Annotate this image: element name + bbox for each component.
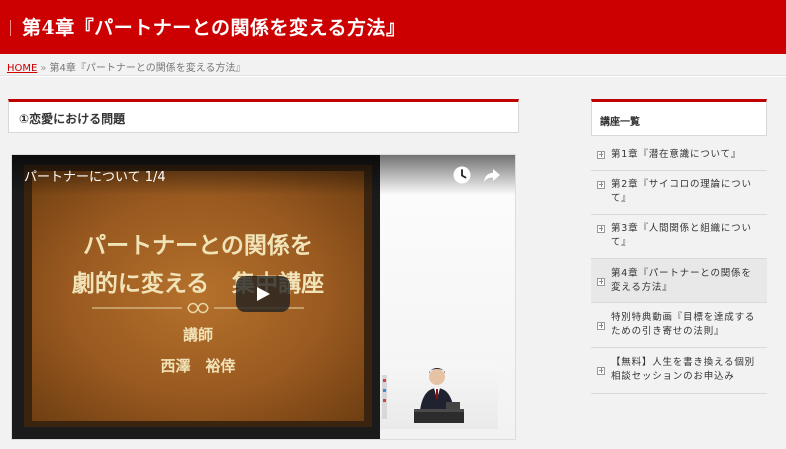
- sidebar-item-special-video[interactable]: 特別特典動画『目標を達成するための引き寄せの法則』: [591, 303, 767, 348]
- section-title: ①恋愛における問題: [19, 112, 126, 126]
- plus-box-icon: [597, 225, 605, 233]
- page-title: 第4章『パートナーとの関係を変える方法』: [22, 17, 406, 39]
- plus-box-icon: [597, 322, 605, 330]
- sidebar-item-label: 【無料】人生を書き換える個別相談セッションのお申込み: [611, 357, 755, 382]
- play-icon: [257, 287, 270, 301]
- board-title-line-2: 劇的に変える 集中講座: [71, 270, 325, 297]
- video-chalkboard-frame: パートナーとの関係を 劇的に変える 集中講座 講師 西澤 裕倖: [24, 165, 372, 427]
- breadcrumb: HOME» 第4章『パートナーとの関係を変える方法』: [0, 54, 786, 76]
- sidebar-item-chapter-1[interactable]: 第1章『潜在意識について』: [591, 139, 767, 171]
- share-icon[interactable]: [482, 165, 502, 185]
- sidebar-title: 講座一覧: [600, 117, 640, 128]
- plus-box-icon: [597, 367, 605, 375]
- sidebar-item-label: 第4章『パートナーとの関係を変える方法』: [611, 268, 752, 293]
- site-header: 第4章『パートナーとの関係を変える方法』: [0, 0, 786, 54]
- video-title[interactable]: パートナーについて 1/4: [24, 166, 166, 185]
- content-area: ①恋愛における問題 パートナーとの関係を 劇的に変える 集中講座 講師 西澤 裕…: [0, 77, 786, 449]
- section-heading: ①恋愛における問題: [8, 99, 519, 133]
- board-title-line-1: パートナーとの関係を: [83, 232, 313, 259]
- board-instructor-label: 講師: [182, 326, 213, 344]
- header-accent-bar: [10, 20, 11, 36]
- play-button[interactable]: [236, 276, 290, 312]
- sidebar: 講座一覧 第1章『潜在意識について』 第2章『サイコロの理論について』 第3章『…: [591, 99, 767, 394]
- sidebar-item-chapter-2[interactable]: 第2章『サイコロの理論について』: [591, 171, 767, 215]
- sidebar-item-free-session[interactable]: 【無料】人生を書き換える個別相談セッションのお申込み: [591, 348, 767, 394]
- sidebar-item-label: 第2章『サイコロの理論について』: [611, 179, 752, 204]
- presenter-figure-icon: [382, 368, 464, 423]
- breadcrumb-current: 第4章『パートナーとの関係を変える方法』: [49, 63, 246, 74]
- presenter-thumbnail: [380, 359, 498, 429]
- sidebar-item-label: 第1章『潜在意識について』: [611, 149, 742, 160]
- breadcrumb-separator: »: [40, 63, 47, 74]
- clock-icon[interactable]: [452, 165, 472, 185]
- plus-box-icon: [597, 278, 605, 286]
- sidebar-item-chapter-3[interactable]: 第3章『人間関係と組織について』: [591, 215, 767, 259]
- sidebar-item-label: 特別特典動画『目標を達成するための引き寄せの法則』: [611, 312, 756, 337]
- video-chalkboard: パートナーとの関係を 劇的に変える 集中講座 講師 西澤 裕倖: [32, 171, 364, 421]
- board-instructor-name: 西澤 裕倖: [160, 357, 236, 375]
- sidebar-heading: 講座一覧: [591, 99, 767, 136]
- plus-box-icon: [597, 151, 605, 159]
- video-player[interactable]: パートナーとの関係を 劇的に変える 集中講座 講師 西澤 裕倖 パートナーについ…: [11, 154, 516, 440]
- sidebar-item-chapter-4[interactable]: 第4章『パートナーとの関係を変える方法』: [591, 259, 767, 303]
- sidebar-item-label: 第3章『人間関係と組織について』: [611, 223, 752, 248]
- breadcrumb-home-link[interactable]: HOME: [7, 63, 37, 74]
- plus-box-icon: [597, 181, 605, 189]
